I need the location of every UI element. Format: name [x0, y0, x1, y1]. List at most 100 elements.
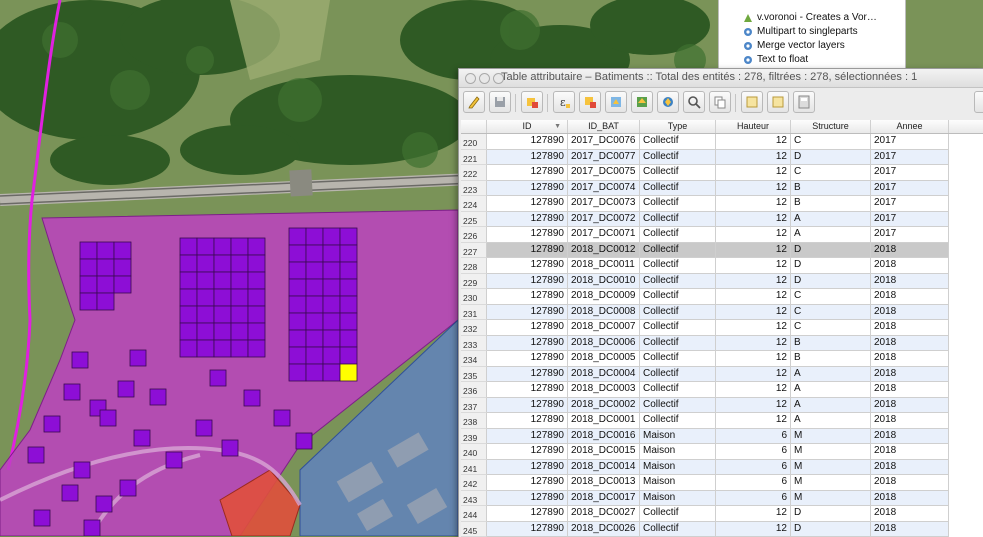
- cell-id[interactable]: 127890: [487, 336, 568, 352]
- building-footprint[interactable]: [323, 245, 340, 262]
- cell-id-bat[interactable]: 2018_DC0002: [568, 398, 640, 414]
- building-footprint[interactable]: [134, 430, 150, 446]
- cell-annee[interactable]: 2018: [871, 398, 949, 414]
- cell-type[interactable]: Collectif: [640, 258, 716, 274]
- building-footprint[interactable]: [289, 347, 306, 364]
- building-footprint[interactable]: [214, 255, 231, 272]
- building-footprint[interactable]: [214, 306, 231, 323]
- building-footprint[interactable]: [248, 255, 265, 272]
- table-row[interactable]: 2201278902017_DC0076Collectif12C2017: [461, 134, 983, 150]
- cell-id-bat[interactable]: 2018_DC0015: [568, 444, 640, 460]
- building-footprint[interactable]: [306, 228, 323, 245]
- cell-id-bat[interactable]: 2018_DC0007: [568, 320, 640, 336]
- cell-id[interactable]: 127890: [487, 460, 568, 476]
- building-footprint[interactable]: [248, 323, 265, 340]
- cell-annee[interactable]: 2017: [871, 134, 949, 150]
- row-number[interactable]: 243: [461, 491, 487, 507]
- cell-id-bat[interactable]: 2018_DC0017: [568, 491, 640, 507]
- building-footprint[interactable]: [306, 262, 323, 279]
- building-footprint[interactable]: [118, 381, 134, 397]
- building-footprint[interactable]: [74, 462, 90, 478]
- cell-structure[interactable]: D: [791, 274, 871, 290]
- building-footprint[interactable]: [323, 313, 340, 330]
- pan-to-selection-button[interactable]: [657, 91, 679, 113]
- row-number[interactable]: 236: [461, 382, 487, 398]
- cell-hauteur[interactable]: 12: [716, 320, 791, 336]
- cell-id[interactable]: 127890: [487, 212, 568, 228]
- table-row[interactable]: 2211278902017_DC0077Collectif12D2017: [461, 150, 983, 166]
- building-footprint[interactable]: [114, 242, 131, 259]
- building-footprint[interactable]: [180, 289, 197, 306]
- cell-structure[interactable]: A: [791, 227, 871, 243]
- building-footprint[interactable]: [180, 238, 197, 255]
- column-header-id[interactable]: ID ▼: [487, 120, 568, 133]
- building-footprint[interactable]: [289, 364, 306, 381]
- cell-hauteur[interactable]: 12: [716, 165, 791, 181]
- cell-type[interactable]: Collectif: [640, 289, 716, 305]
- delete-selected-button[interactable]: [521, 91, 543, 113]
- row-number[interactable]: 222: [461, 165, 487, 181]
- cell-id[interactable]: 127890: [487, 181, 568, 197]
- cell-annee[interactable]: 2018: [871, 429, 949, 445]
- cell-hauteur[interactable]: 12: [716, 413, 791, 429]
- building-footprint[interactable]: [306, 279, 323, 296]
- cell-type[interactable]: Maison: [640, 444, 716, 460]
- cell-structure[interactable]: A: [791, 398, 871, 414]
- cell-hauteur[interactable]: 12: [716, 227, 791, 243]
- building-footprint[interactable]: [28, 447, 44, 463]
- select-by-expression-button[interactable]: ε: [553, 91, 575, 113]
- cell-hauteur[interactable]: 6: [716, 491, 791, 507]
- cell-id[interactable]: 127890: [487, 243, 568, 259]
- building-footprint[interactable]: [197, 306, 214, 323]
- table-row[interactable]: 2361278902018_DC0003Collectif12A2018: [461, 382, 983, 398]
- move-selection-to-top-button[interactable]: [631, 91, 653, 113]
- building-footprint[interactable]: [323, 330, 340, 347]
- building-footprint[interactable]: [222, 440, 238, 456]
- cell-type[interactable]: Maison: [640, 491, 716, 507]
- table-row[interactable]: 2311278902018_DC0008Collectif12C2018: [461, 305, 983, 321]
- cell-annee[interactable]: 2018: [871, 320, 949, 336]
- cell-hauteur[interactable]: 12: [716, 398, 791, 414]
- cell-structure[interactable]: D: [791, 243, 871, 259]
- table-row[interactable]: 2451278902018_DC0026Collectif12D2018: [461, 522, 983, 537]
- cell-hauteur[interactable]: 6: [716, 429, 791, 445]
- cell-annee[interactable]: 2018: [871, 243, 949, 259]
- building-footprint[interactable]: [340, 296, 357, 313]
- cell-id-bat[interactable]: 2018_DC0006: [568, 336, 640, 352]
- cell-hauteur[interactable]: 12: [716, 196, 791, 212]
- table-row[interactable]: 2351278902018_DC0004Collectif12A2018: [461, 367, 983, 383]
- table-row[interactable]: 2261278902017_DC0071Collectif12A2017: [461, 227, 983, 243]
- cell-id-bat[interactable]: 2018_DC0012: [568, 243, 640, 259]
- building-footprint[interactable]: [130, 350, 146, 366]
- building-footprint[interactable]: [197, 255, 214, 272]
- building-footprint[interactable]: [120, 480, 136, 496]
- cell-id[interactable]: 127890: [487, 382, 568, 398]
- cell-structure[interactable]: M: [791, 460, 871, 476]
- building-footprint[interactable]: [210, 370, 226, 386]
- row-number[interactable]: 235: [461, 367, 487, 383]
- building-footprint[interactable]: [306, 347, 323, 364]
- cell-structure[interactable]: A: [791, 367, 871, 383]
- table-row[interactable]: 2371278902018_DC0002Collectif12A2018: [461, 398, 983, 414]
- row-number[interactable]: 230: [461, 289, 487, 305]
- cell-id-bat[interactable]: 2018_DC0027: [568, 506, 640, 522]
- table-row[interactable]: 2381278902018_DC0001Collectif12A2018: [461, 413, 983, 429]
- cell-id[interactable]: 127890: [487, 150, 568, 166]
- cell-type[interactable]: Collectif: [640, 150, 716, 166]
- building-footprint[interactable]: [64, 384, 80, 400]
- building-footprint[interactable]: [289, 296, 306, 313]
- cell-id-bat[interactable]: 2018_DC0014: [568, 460, 640, 476]
- row-number[interactable]: 224: [461, 196, 487, 212]
- building-footprint[interactable]: [289, 279, 306, 296]
- cell-id-bat[interactable]: 2017_DC0075: [568, 165, 640, 181]
- cell-id[interactable]: 127890: [487, 289, 568, 305]
- building-footprint[interactable]: [180, 272, 197, 289]
- delete-field-button[interactable]: [767, 91, 789, 113]
- cell-type[interactable]: Collectif: [640, 320, 716, 336]
- row-number[interactable]: 228: [461, 258, 487, 274]
- cell-type[interactable]: Maison: [640, 460, 716, 476]
- building-footprint[interactable]: [80, 242, 97, 259]
- cell-id[interactable]: 127890: [487, 196, 568, 212]
- cell-structure[interactable]: C: [791, 134, 871, 150]
- cell-structure[interactable]: C: [791, 320, 871, 336]
